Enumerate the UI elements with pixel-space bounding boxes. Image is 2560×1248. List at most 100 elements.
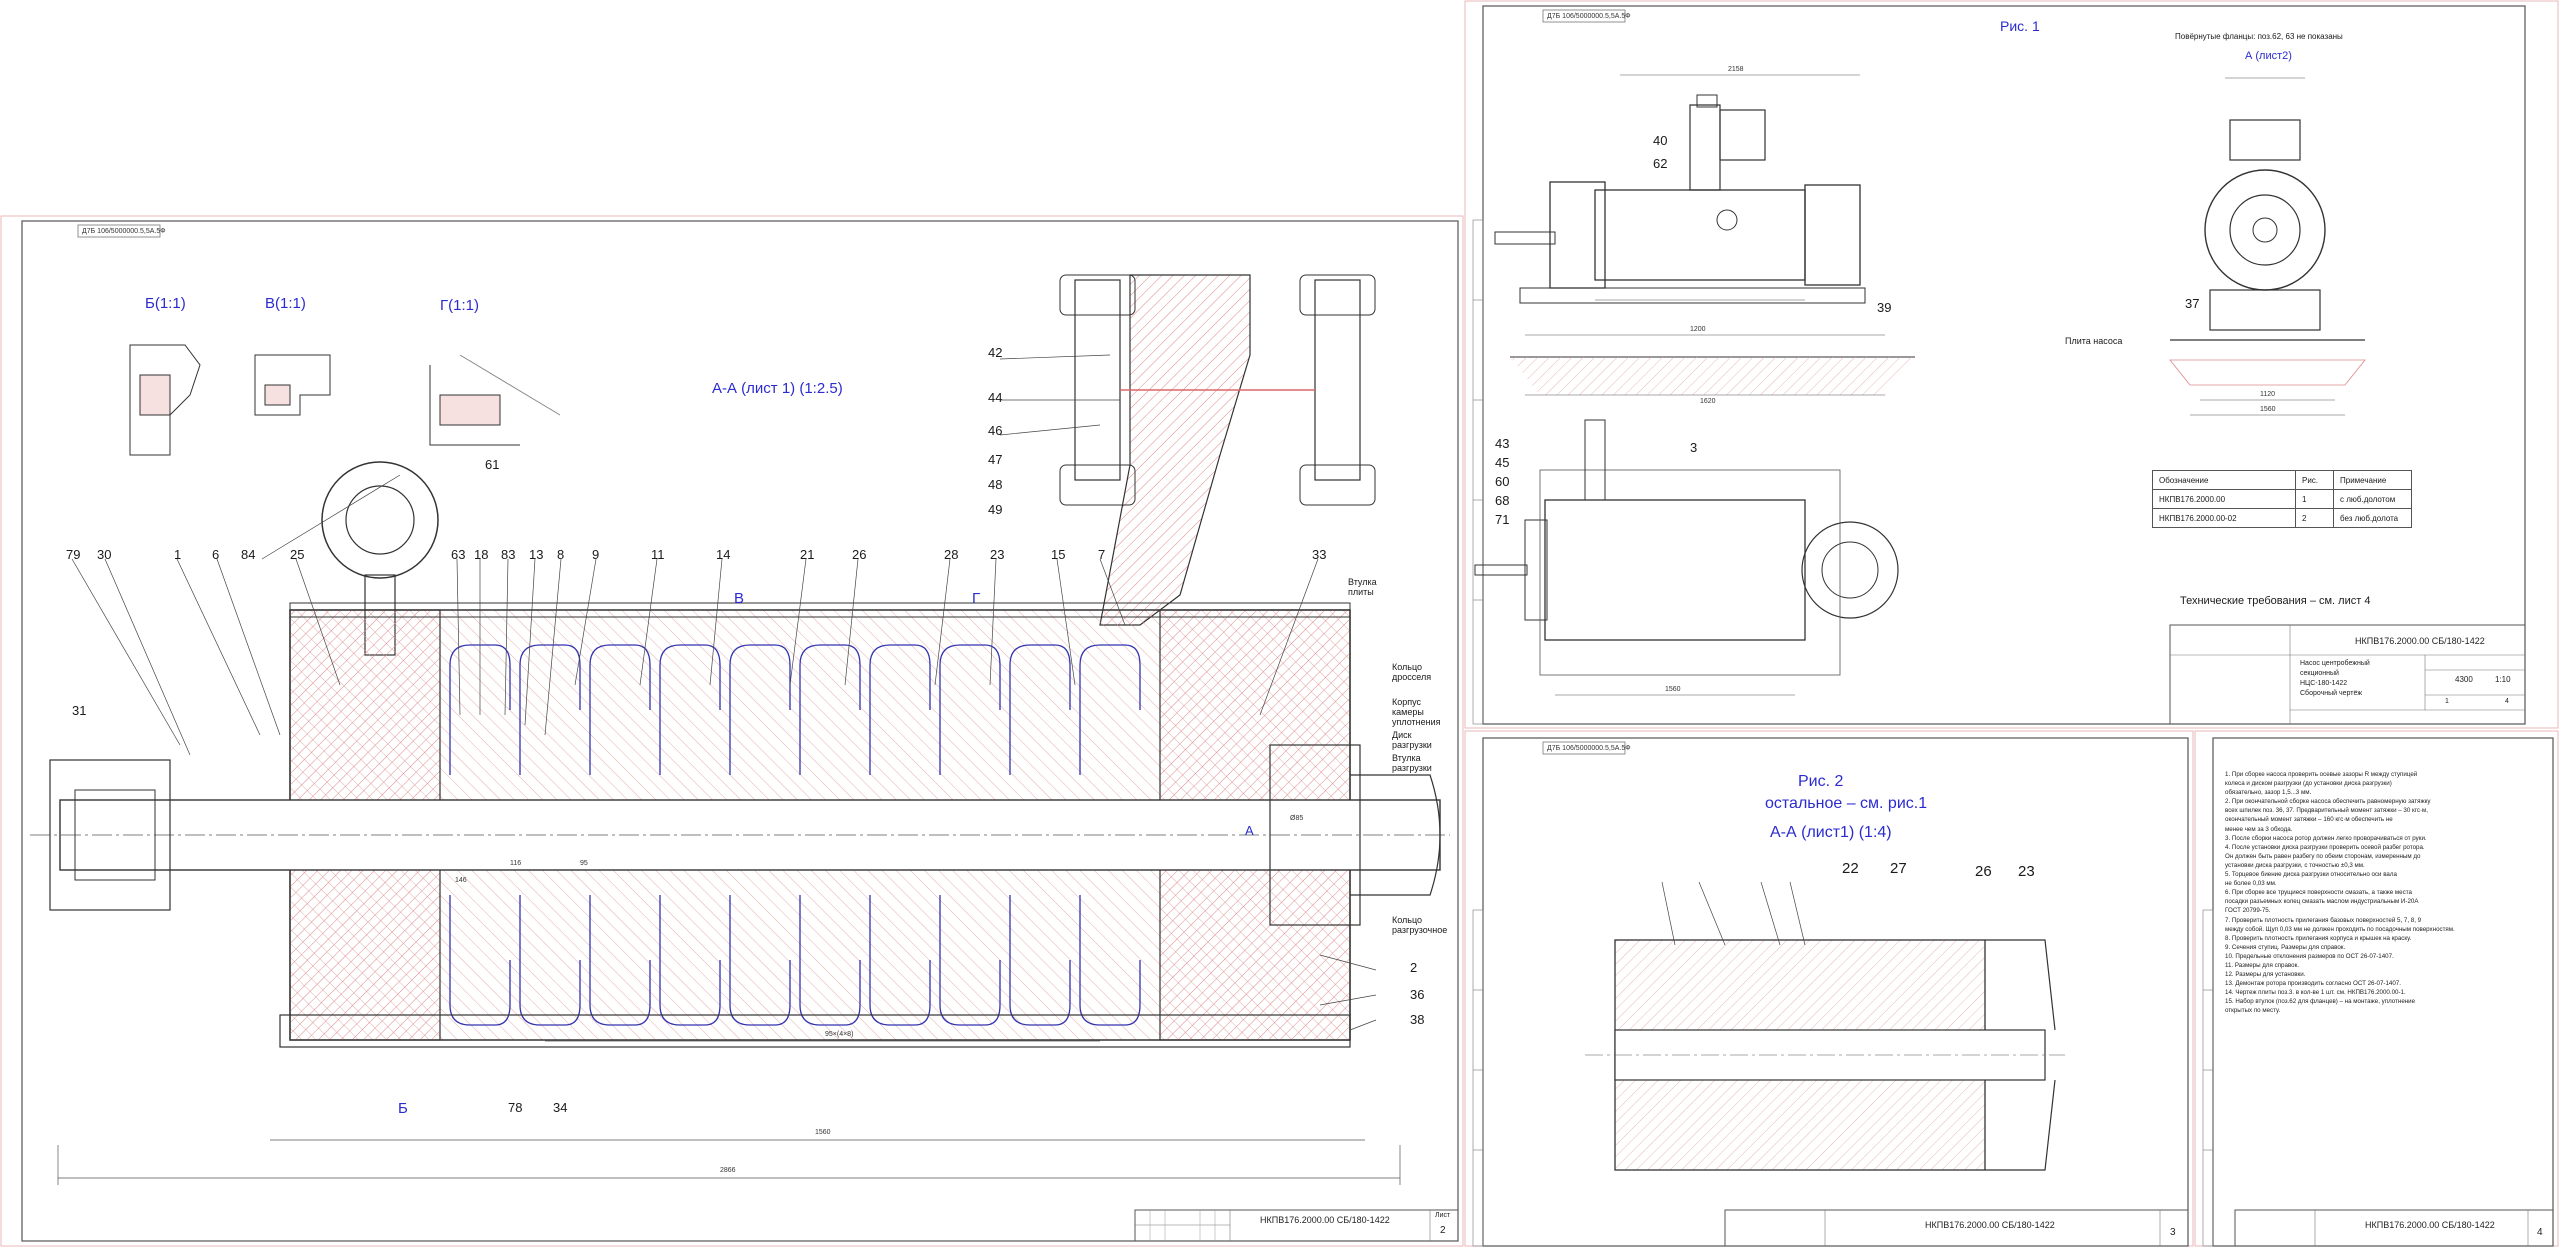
section-label: А-А (лист1) (1:4) [1770,824,1892,841]
tech-requirements-note: Технические требования – см. лист 4 [2180,595,2371,607]
note-line: колеса и диском разгрузки (до установки … [2225,780,2392,788]
table-header: Рис. [2295,470,2334,490]
section-letter-a: А [1245,823,1254,838]
rest-label: остальное – см. рис.1 [1765,795,1928,812]
note-line: 2. При окончательной сборке насоса обесп… [2225,798,2431,806]
callout-label: Диск разгрузки [1392,730,1432,750]
sheet-1-sheet-label: Лист [1435,1212,1451,1219]
part-number: 26 [1975,863,1992,880]
part-number: 46 [988,423,1003,438]
note-line: 1. При сборке насоса проверить осевые за… [2225,771,2418,778]
title-name-line: НЦС-180-1422 [2300,680,2348,687]
sheet-1-frame [0,215,1464,1247]
part-number: 6 [212,547,220,562]
part-number: 2 [1410,960,1418,975]
callout-label: Втулка плиты [1348,577,1377,597]
note-line: 8. Проверить плотность прилегания корпус… [2225,934,2412,942]
part-number: 8 [557,547,565,562]
part-number: 11 [651,547,665,562]
part-number: 78 [508,1100,523,1115]
note-line: 7. Проверить плотность прилегания базовы… [2225,916,2422,924]
variant-table: Обозначение Рис. Примечание НКПВ176.2000… [2152,470,2412,528]
part-number: 61 [485,457,500,472]
note-line: 13. Демонтаж ротора производить согласно… [2225,980,2401,988]
title-name-line: Сборочный чертёж [2300,690,2363,697]
part-number: 7 [1098,547,1106,562]
part-number: 68 [1495,493,1510,508]
callout-label: Кольцо дросселя [1392,662,1432,682]
title-sheet: 1 [2445,698,2449,705]
part-number: 3 [1690,440,1698,455]
sheet-2-frame [1464,0,2559,729]
part-number: 38 [1410,1012,1425,1027]
part-number: 34 [553,1100,568,1115]
dimension-label: 116 [510,860,522,867]
view-a-label: А (лист2) [2245,50,2292,62]
part-number: 84 [241,547,256,562]
section-letter-v: В [734,590,745,607]
sheet-3: Д7Б 106/5000000.5,5А.5Ф Рис. 2 остальное… [1464,730,2195,1248]
note-line: между собой. Щуп 0,03 мм не должен прохо… [2225,925,2455,933]
part-number: 62 [1653,156,1668,171]
section-g-label: Г(1:1) [440,297,479,314]
sheet-4-sheet-number: 4 [2537,1227,2543,1238]
sheet-3-title-doc: НКПВ176.2000.00 СБ/180-1422 [1925,1220,2055,1230]
sheet-4-title-doc: НКПВ176.2000.00 СБ/180-1422 [2365,1220,2495,1230]
note-line: ГОСТ 20799-75. [2225,907,2271,915]
table-header: Обозначение [2152,470,2296,490]
note-line: 6. При сборке все трущиеся поверхности с… [2225,889,2412,897]
section-letter-g: Г [972,590,981,607]
dimension-label: 95×(4×8) [825,1031,854,1038]
dimension-label: 2866 [720,1167,736,1174]
part-number: 18 [474,547,489,562]
note-line: 9. Сечения ступиц. Размеры для справок. [2225,943,2346,951]
sheet-2: Д7Б 106/5000000.5,5А.5Ф Рис. 1 Повёрнуты… [1464,0,2560,730]
part-number: 71 [1495,512,1510,527]
dimension-label: 1200 [1690,326,1706,333]
note-line: 4. После установки диска разгрузки прове… [2225,843,2425,851]
note-line: 12. Размеры для установки. [2225,971,2306,979]
part-number: 33 [1312,547,1327,562]
view-note: Повёрнутые фланцы: поз.62, 63 не показан… [2175,32,2343,41]
technical-notes: 1. При сборке насоса проверить осевые за… [2225,770,2455,1016]
dimension-label: 95 [580,860,588,867]
title-sheets: 4 [2505,698,2509,705]
title-name-line: Насос центробежный [2300,660,2370,667]
sheet-1-top-stamp: Д7Б 106/5000000.5,5А.5Ф [82,228,166,235]
note-line: 10. Предельные отклонения размеров по ОС… [2225,952,2394,960]
sheet-1-sheet-number: 2 [1440,1225,1446,1236]
dimension-label: 2158 [1728,66,1744,73]
section-v-label: В(1:1) [265,295,306,312]
part-number: 28 [944,547,959,562]
part-number: 43 [1495,436,1510,451]
part-number: 13 [529,547,544,562]
note-line: 11. Размеры для справок. [2225,961,2299,969]
fig-1-label: Рис. 1 [2000,18,2040,34]
note-line: обязательно, зазор 1,5...3 мм. [2225,789,2312,797]
callout-label: Корпус камеры уплотнения [1392,697,1441,727]
part-number: 45 [1495,455,1510,470]
part-number: 49 [988,502,1003,517]
part-number: 23 [2018,863,2035,880]
fig-2-label: Рис. 2 [1798,773,1844,790]
part-number: 30 [97,547,112,562]
part-number: 15 [1051,547,1066,562]
note-line: окончательный момент затяжки – 160 кгс·м… [2225,816,2393,824]
table-row: НКПВ176.2000.00 1 с люб.долотом [2152,489,2412,509]
callout-label: Кольцо разгрузочное [1392,915,1448,935]
dimension-label: 1560 [815,1129,831,1136]
note-line: 5. Торцевое биение диска разгрузки относ… [2225,871,2397,879]
note-line: не более 0,03 мм. [2225,880,2277,888]
dimension-label: Ø85 [1290,815,1304,822]
part-number: 44 [988,390,1003,405]
title-name-line: секционный [2300,670,2339,677]
part-number: 39 [1877,300,1892,315]
note-line: 14. Чертеж плиты поз.3. в кол-ве 1 шт. с… [2225,989,2406,997]
part-number: 83 [501,547,516,562]
note-line: Он должен быть равен разбегу по обеим ст… [2225,852,2421,860]
note-line: 3. После сборки насоса ротор должен легк… [2225,834,2427,842]
part-number: 37 [2185,296,2200,311]
sheet-2-top-stamp: Д7Б 106/5000000.5,5А.5Ф [1547,13,1631,20]
note-line: менее чем за 3 обхода. [2225,825,2293,833]
part-number: 42 [988,345,1003,360]
